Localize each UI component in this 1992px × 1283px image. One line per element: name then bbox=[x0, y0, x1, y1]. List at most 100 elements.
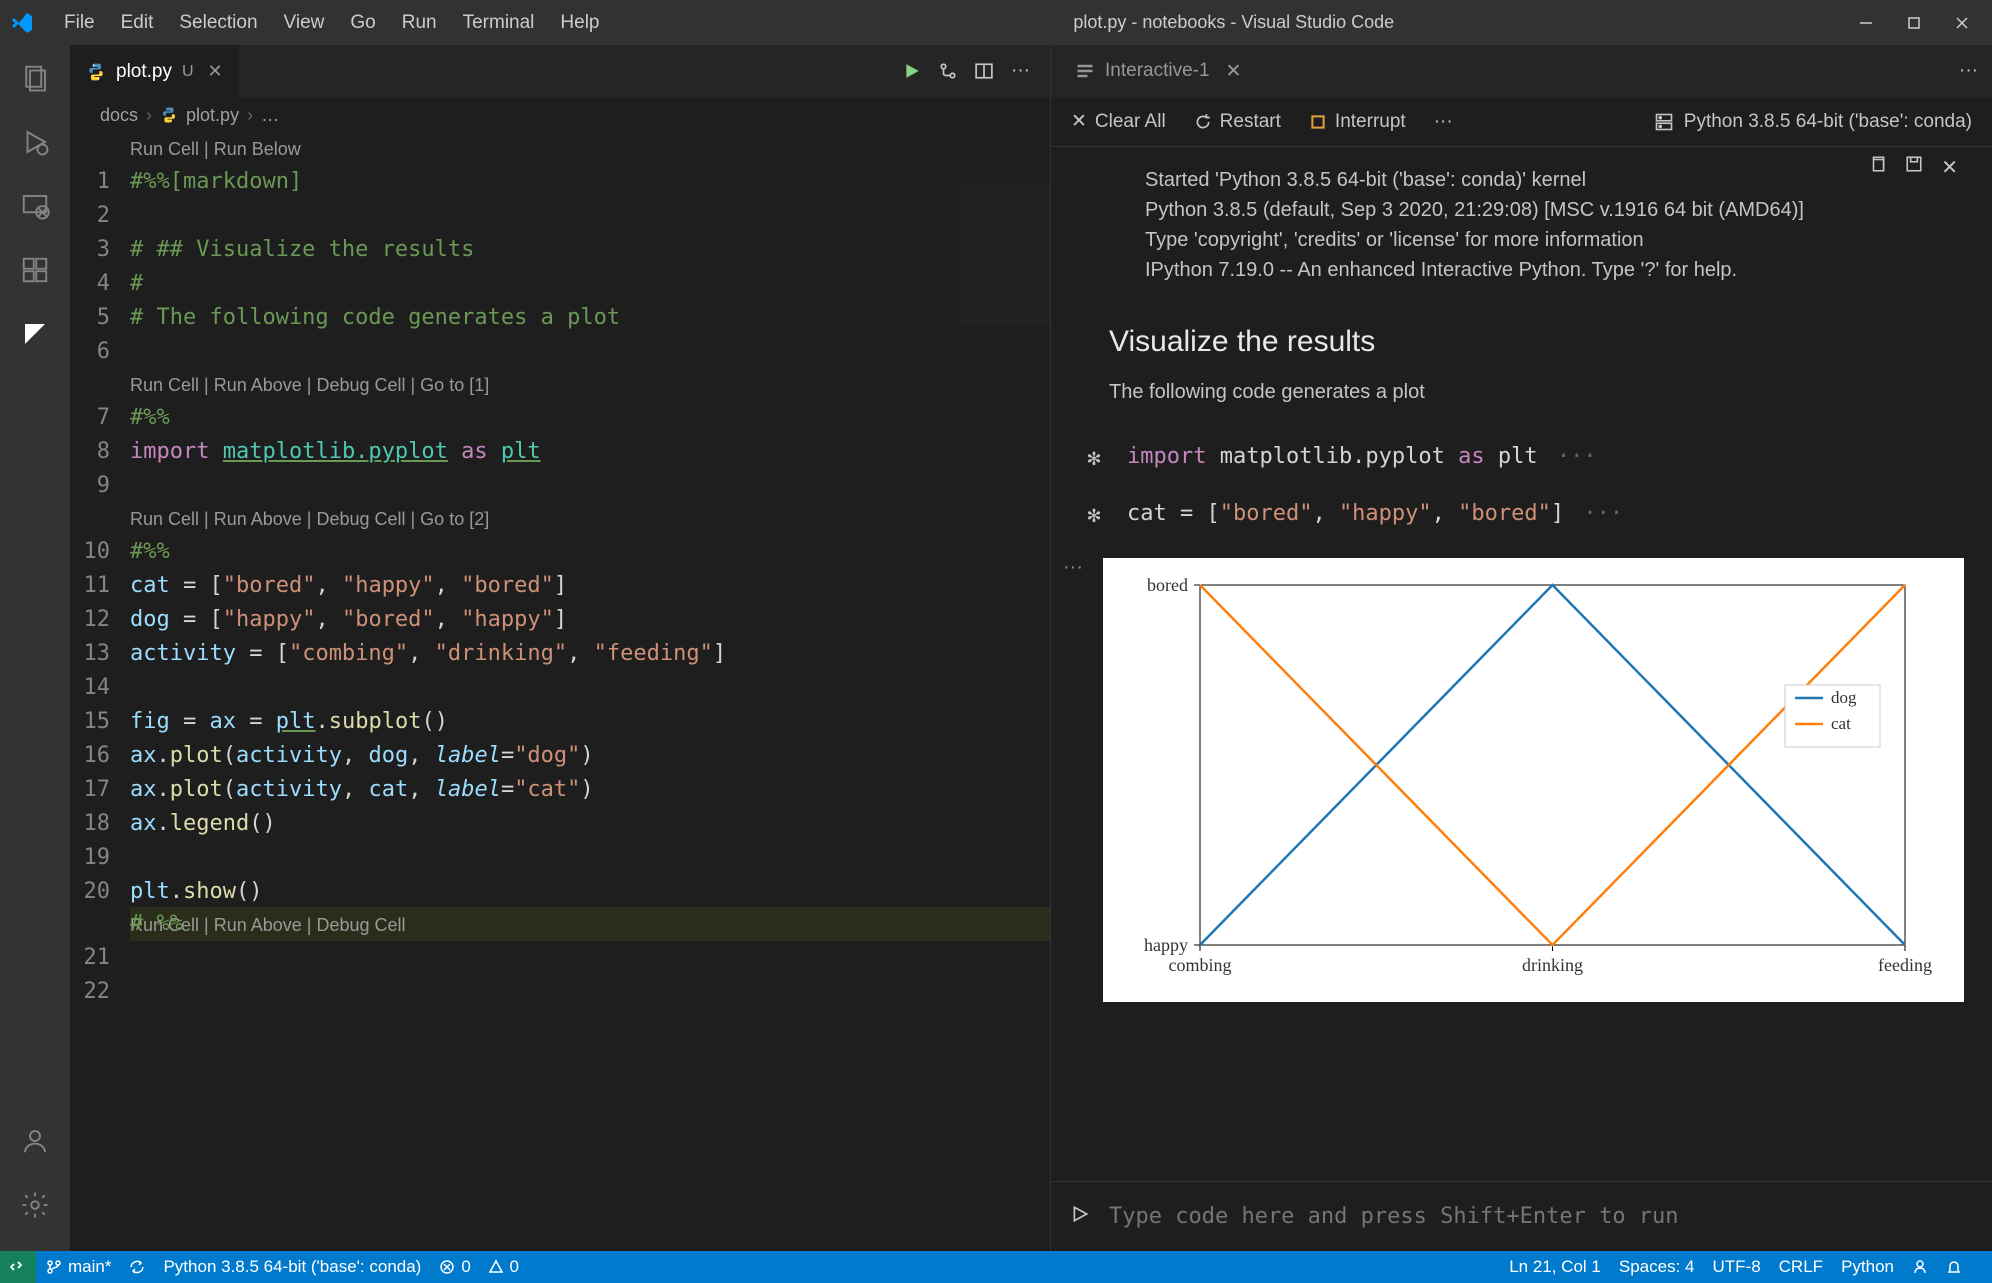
menu-help[interactable]: Help bbox=[548, 8, 611, 38]
close-icon[interactable]: ✕ bbox=[1941, 155, 1958, 180]
svg-text:cat: cat bbox=[1831, 714, 1851, 733]
codelens-cell-1[interactable]: Run Cell | Run Below bbox=[130, 139, 301, 159]
copy-icon[interactable] bbox=[1869, 155, 1887, 180]
split-editor-icon[interactable] bbox=[975, 60, 993, 82]
vscode-logo-icon bbox=[10, 11, 34, 35]
save-icon[interactable] bbox=[1905, 155, 1923, 180]
expand-cell-icon[interactable]: ✻ bbox=[1079, 501, 1109, 528]
interactive-toolbar: ✕Clear All Restart Interrupt ··· Python … bbox=[1051, 97, 1992, 147]
breadcrumb-more[interactable]: … bbox=[261, 105, 279, 126]
more-actions-icon[interactable]: ··· bbox=[1063, 556, 1083, 579]
svg-text:drinking: drinking bbox=[1522, 955, 1583, 975]
interactive-tabbar: Interactive-1 ✕ ··· bbox=[1051, 45, 1992, 97]
window-title: plot.py - notebooks - Visual Studio Code bbox=[612, 12, 1857, 33]
compare-changes-icon[interactable] bbox=[939, 60, 957, 82]
encoding[interactable]: UTF-8 bbox=[1712, 1257, 1760, 1277]
remote-explorer-icon[interactable] bbox=[17, 188, 53, 224]
indentation[interactable]: Spaces: 4 bbox=[1619, 1257, 1695, 1277]
code-text: import bbox=[130, 439, 209, 464]
interactive-output: ✕ Started 'Python 3.8.5 64-bit ('base': … bbox=[1051, 147, 1992, 1181]
interactive-panel: Interactive-1 ✕ ··· ✕Clear All Restart I… bbox=[1050, 45, 1992, 1251]
extensions-icon[interactable] bbox=[17, 252, 53, 288]
code-editor[interactable]: 123456 789 1011121314151617181920 2122 R… bbox=[70, 133, 1050, 1251]
code-text: # bbox=[130, 271, 143, 296]
tab-interactive-1[interactable]: Interactive-1 ✕ bbox=[1065, 60, 1251, 83]
run-debug-icon[interactable] bbox=[17, 124, 53, 160]
code-text: # ## Visualize the results bbox=[130, 237, 474, 262]
interrupt-button[interactable]: Interrupt bbox=[1309, 111, 1406, 133]
ellipsis-icon[interactable]: ··· bbox=[1570, 501, 1623, 526]
remote-indicator[interactable] bbox=[0, 1251, 36, 1283]
status-bar: main* Python 3.8.5 64-bit ('base': conda… bbox=[0, 1251, 1992, 1283]
maximize-button[interactable] bbox=[1904, 13, 1924, 33]
feedback-icon[interactable] bbox=[1912, 1259, 1928, 1275]
clear-all-button[interactable]: ✕Clear All bbox=[1071, 110, 1166, 133]
svg-text:happy: happy bbox=[1144, 935, 1188, 955]
cursor-position[interactable]: Ln 21, Col 1 bbox=[1509, 1257, 1601, 1277]
editor-tabbar: plot.py U ✕ ··· bbox=[70, 45, 1050, 97]
chevron-right-icon: › bbox=[247, 105, 253, 126]
language-mode[interactable]: Python bbox=[1841, 1257, 1894, 1277]
menu-run[interactable]: Run bbox=[390, 8, 449, 38]
breadcrumb-file[interactable]: plot.py bbox=[186, 105, 239, 126]
eol[interactable]: CRLF bbox=[1779, 1257, 1823, 1277]
sync-button[interactable] bbox=[129, 1259, 145, 1275]
tab-close-icon[interactable]: ✕ bbox=[1226, 60, 1242, 83]
line-chart: combingdrinkingfeedingboredhappydogcat bbox=[1115, 570, 1935, 990]
kernel-selector[interactable]: Python 3.8.5 64-bit ('base': conda) bbox=[1654, 111, 1972, 133]
more-actions-icon[interactable]: ··· bbox=[1011, 60, 1030, 82]
line-number-gutter: 123456 789 1011121314151617181920 2122 bbox=[70, 133, 130, 1251]
notifications-icon[interactable] bbox=[1946, 1259, 1962, 1275]
menu-edit[interactable]: Edit bbox=[109, 8, 166, 38]
interactive-tab-label: Interactive-1 bbox=[1105, 60, 1210, 82]
minimap[interactable] bbox=[960, 185, 1050, 325]
python-file-icon bbox=[86, 62, 106, 82]
menu-go[interactable]: Go bbox=[338, 8, 387, 38]
code-text: matplotlib.pyplot bbox=[223, 439, 448, 464]
kernel-label: Python 3.8.5 64-bit ('base': conda) bbox=[1684, 111, 1972, 133]
minimize-button[interactable] bbox=[1856, 13, 1876, 33]
run-python-icon[interactable] bbox=[903, 60, 921, 82]
code-text: #%%[markdown] bbox=[130, 169, 302, 194]
menu-selection[interactable]: Selection bbox=[167, 8, 269, 38]
menu-terminal[interactable]: Terminal bbox=[451, 8, 547, 38]
close-button[interactable] bbox=[1952, 13, 1972, 33]
editor-panel: plot.py U ✕ ··· docs › plot.py › … 12345… bbox=[70, 45, 1050, 1251]
expand-cell-icon[interactable]: ✻ bbox=[1079, 444, 1109, 471]
breadcrumb[interactable]: docs › plot.py › … bbox=[70, 97, 1050, 133]
menu-view[interactable]: View bbox=[272, 8, 337, 38]
settings-gear-icon[interactable] bbox=[17, 1187, 53, 1223]
interactive-input[interactable] bbox=[1109, 1204, 1972, 1229]
codelens-cell-3[interactable]: Run Cell | Run Above | Debug Cell | Go t… bbox=[130, 503, 1050, 535]
code-cell-2: ✻ cat = ["bored", "happy", "bored"] ··· bbox=[1079, 501, 1964, 528]
activity-bar bbox=[0, 45, 70, 1251]
menu-bar: File Edit Selection View Go Run Terminal… bbox=[52, 8, 612, 38]
code-text: # The following code generates a plot bbox=[130, 305, 620, 330]
problems-indicator[interactable]: 0 0 bbox=[439, 1257, 519, 1277]
git-branch[interactable]: main* bbox=[46, 1257, 111, 1277]
code-text: plt bbox=[501, 439, 541, 464]
python-interpreter[interactable]: Python 3.8.5 64-bit ('base': conda) bbox=[163, 1257, 421, 1277]
code-cell-1: ✻ import matplotlib.pyplot as plt ··· bbox=[1079, 444, 1964, 471]
breadcrumb-folder[interactable]: docs bbox=[100, 105, 138, 126]
svg-text:bored: bored bbox=[1147, 575, 1188, 595]
chevron-right-icon: › bbox=[146, 105, 152, 126]
accounts-icon[interactable] bbox=[17, 1123, 53, 1159]
run-icon[interactable] bbox=[1071, 1205, 1089, 1229]
codelens-cell-2[interactable]: Run Cell | Run Above | Debug Cell | Go t… bbox=[130, 375, 489, 395]
interactive-input-row bbox=[1051, 1181, 1992, 1251]
tab-close-icon[interactable]: ✕ bbox=[208, 61, 223, 82]
code-text: as bbox=[461, 439, 488, 464]
tab-plot-py[interactable]: plot.py U ✕ bbox=[70, 45, 239, 97]
more-actions-icon[interactable]: ··· bbox=[1959, 60, 1978, 82]
tab-modified-indicator: U bbox=[182, 63, 194, 81]
restart-button[interactable]: Restart bbox=[1194, 111, 1281, 133]
ellipsis-icon[interactable]: ··· bbox=[1544, 444, 1597, 469]
menu-file[interactable]: File bbox=[52, 8, 107, 38]
more-actions-icon[interactable]: ··· bbox=[1434, 111, 1453, 133]
jupyter-icon[interactable] bbox=[17, 316, 53, 352]
explorer-icon[interactable] bbox=[17, 60, 53, 96]
titlebar: File Edit Selection View Go Run Terminal… bbox=[0, 0, 1992, 45]
markdown-output: Visualize the results The following code… bbox=[1079, 325, 1964, 404]
tab-label: plot.py bbox=[116, 61, 172, 83]
